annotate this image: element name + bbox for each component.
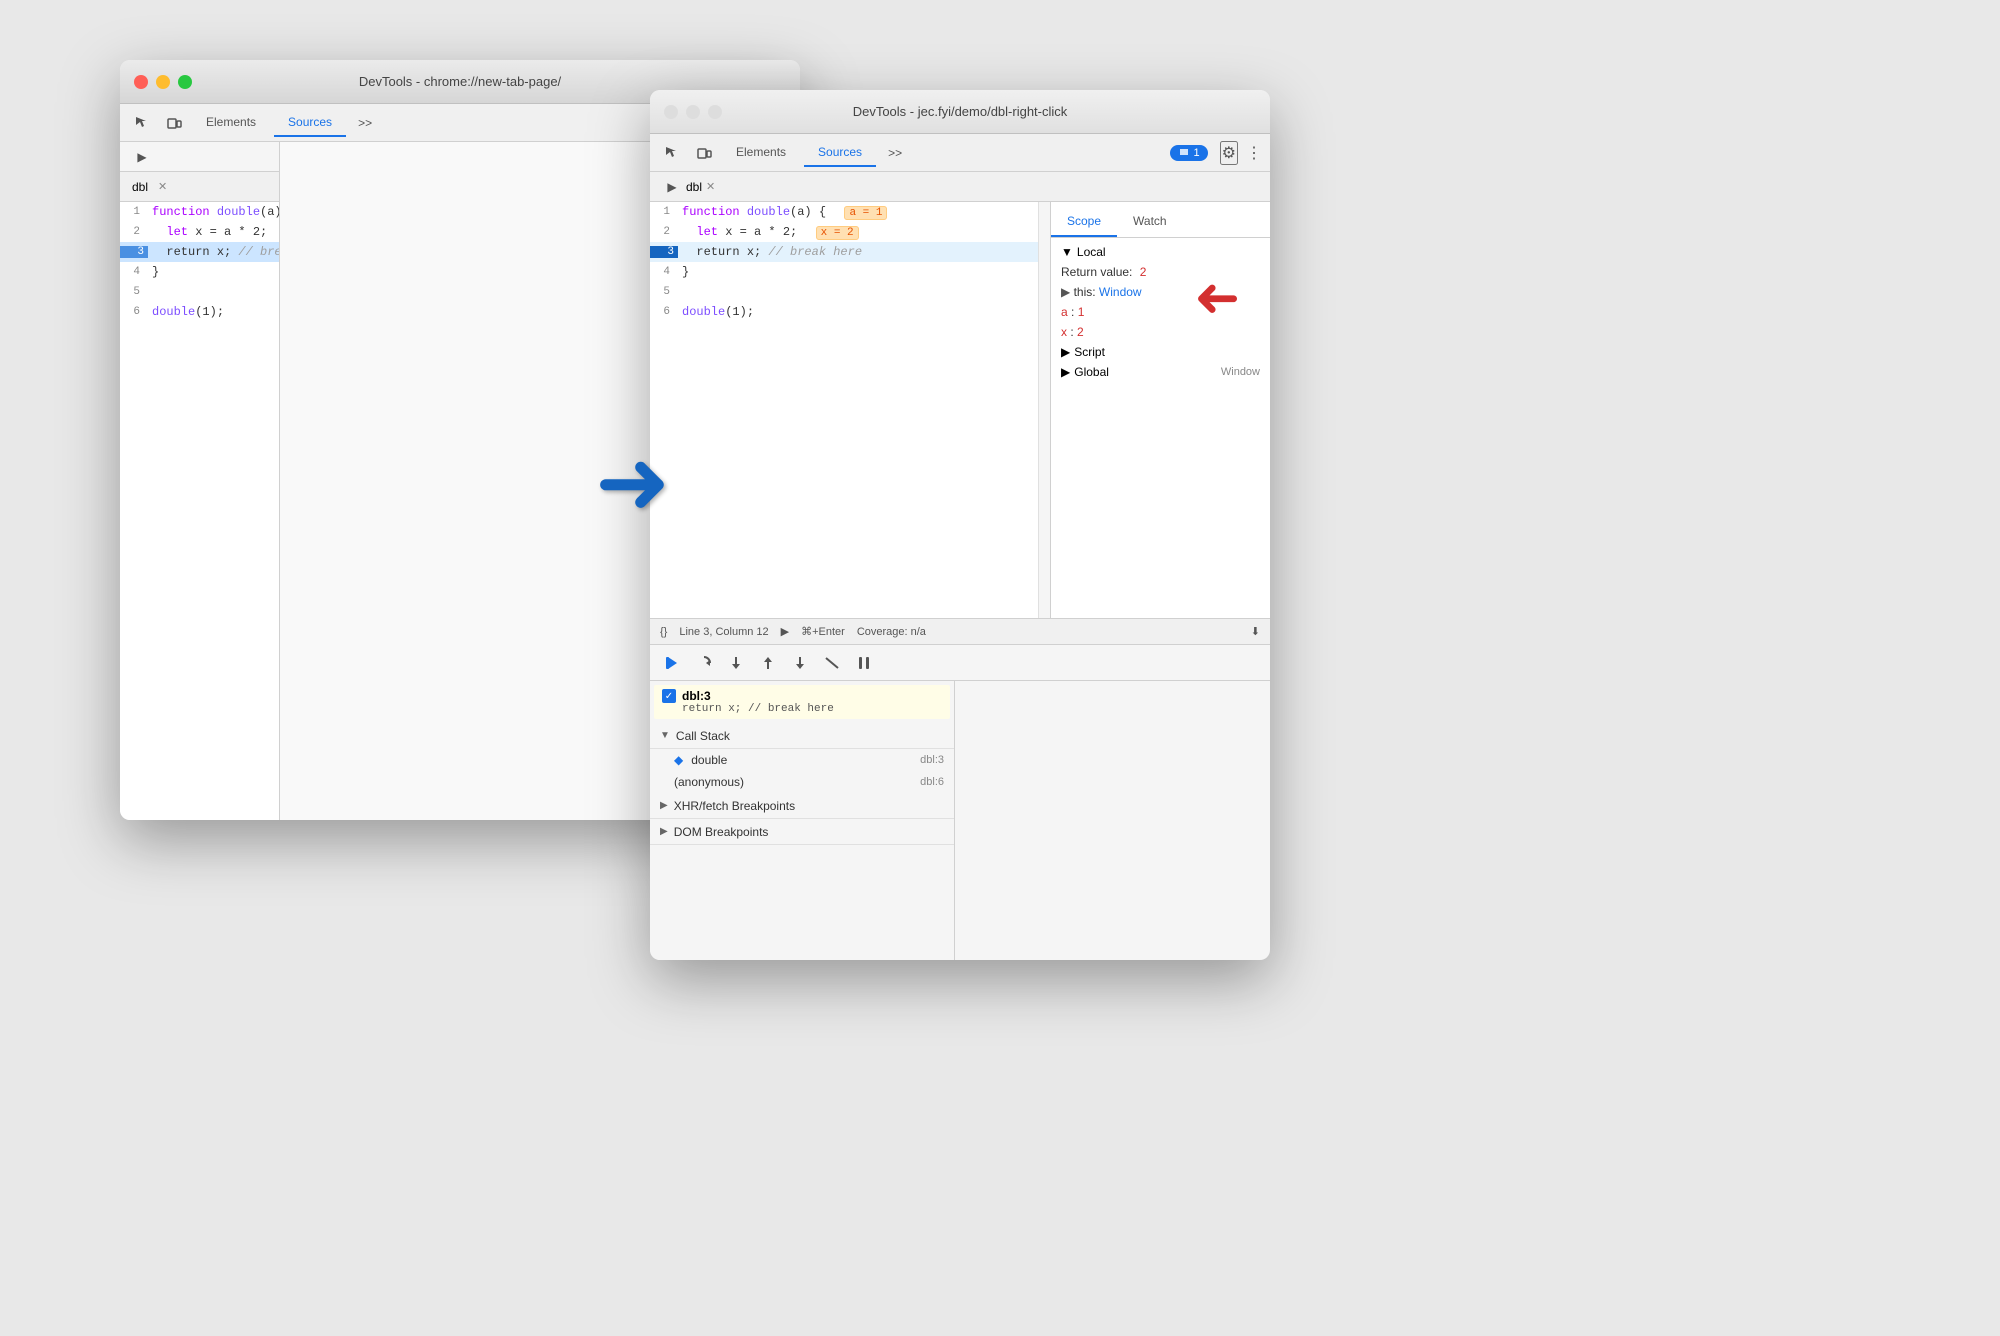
tab-sources-2[interactable]: Sources	[804, 139, 876, 167]
file-tab-name-1: dbl	[132, 180, 148, 194]
code-line-w2-6: 6 double(1);	[650, 302, 1038, 322]
tab-overflow[interactable]: >>	[350, 112, 380, 134]
position-2: Line 3, Column 12	[679, 626, 768, 638]
settings-icon-2[interactable]: ⚙	[1220, 141, 1238, 165]
callstack-header-2[interactable]: ▼ Call Stack	[650, 723, 954, 749]
sidebar-toolbar-1: ▶	[120, 142, 279, 172]
sources-sidebar-1: ▶ dbl ✕ 1 function double(a) { 2 let x =…	[120, 142, 280, 820]
code-editor-2: 1 function double(a) { a = 1 2 let x = a…	[650, 202, 1038, 618]
callstack-triangle-2: ▼	[660, 730, 670, 741]
window-2-tabbar: Elements Sources >> 1 ⚙ ⋮	[650, 134, 1270, 172]
device-toolbar-icon[interactable]	[160, 109, 188, 137]
code-line-4: 4 }	[120, 262, 279, 282]
code-line-w2-5: 5	[650, 282, 1038, 302]
dom-triangle-2: ▶	[660, 826, 668, 837]
scope-watch-tabs-2: Scope Watch	[1051, 208, 1270, 238]
global-section-2: ▶ Global Window	[1051, 362, 1270, 382]
tab-overflow-2[interactable]: >>	[880, 142, 910, 164]
callstack-item-2-1: ◆ double dbl:3	[650, 749, 954, 771]
breakpoint-cb-2[interactable]: ✓	[662, 689, 676, 703]
code-line-w2-4: 4 }	[650, 262, 1038, 282]
deactivate-btn-2[interactable]	[818, 649, 846, 677]
pause-btn-2[interactable]	[850, 649, 878, 677]
window-2-controls	[664, 105, 722, 119]
code-line-w2-1: 1 function double(a) { a = 1	[650, 202, 1038, 222]
run-snippet-icon[interactable]: ▶	[128, 143, 156, 171]
callstack-loc-2-2: dbl:6	[920, 776, 944, 788]
status-bar-2: {} Line 3, Column 12 ▶ ⌘+Enter Coverage:…	[650, 618, 1270, 644]
xhr-label-2: XHR/fetch Breakpoints	[674, 799, 795, 813]
inspect-icon[interactable]	[128, 109, 156, 137]
breakpoint-file-2: dbl:3	[682, 689, 711, 703]
code-line-1: 1 function double(a) {	[120, 202, 279, 222]
expand-icon-2[interactable]: ⬇	[1251, 625, 1260, 638]
callstack-fn-2-2: (anonymous)	[674, 775, 912, 789]
tab-elements-2[interactable]: Elements	[722, 139, 800, 167]
code-scope-area-2: 1 function double(a) { a = 1 2 let x = a…	[650, 202, 1270, 618]
code-line-3: 3 return x; // break here	[120, 242, 279, 262]
xhr-header-2[interactable]: ▶ XHR/fetch Breakpoints	[650, 793, 954, 819]
code-line-2: 2 let x = a * 2; a = 1	[120, 222, 279, 242]
bottom-panels-2: ✓ dbl:3 return x; // break here ▼ Call S…	[650, 680, 1270, 960]
devtools-window-2: ➜ DevTools - jec.fyi/demo/dbl-right-clic…	[650, 90, 1270, 960]
step-over-btn-2[interactable]	[690, 649, 718, 677]
breakpoint-row-2: ✓ dbl:3	[662, 689, 942, 703]
red-arrow: ➜	[1194, 265, 1240, 329]
window-1-max[interactable]	[178, 75, 192, 89]
file-tab-close-1[interactable]: ✕	[158, 180, 167, 193]
window-1-title: DevTools - chrome://new-tab-page/	[359, 74, 561, 89]
blue-arrow: ➜	[595, 430, 670, 535]
more-options-2[interactable]: ⋮	[1246, 143, 1262, 163]
file-tab-close-2[interactable]: ✕	[706, 180, 715, 193]
xhr-triangle-2: ▶	[660, 800, 668, 811]
step-into-btn-2[interactable]	[722, 649, 750, 677]
resume-btn-2[interactable]	[658, 649, 686, 677]
format-btn-2[interactable]: {}	[660, 626, 667, 638]
window-2-min[interactable]	[686, 105, 700, 119]
run-icon-2: ▶	[781, 625, 789, 638]
window-1-close[interactable]	[134, 75, 148, 89]
run-shortcut-2: ⌘+Enter	[801, 625, 845, 638]
callstack-item-2-2: (anonymous) dbl:6	[650, 771, 954, 793]
file-tab-1: dbl ✕	[120, 172, 279, 202]
code-line-6: 6 double(1);	[120, 302, 279, 322]
run-snippet-icon-2[interactable]: ▶	[662, 177, 682, 197]
chat-badge-2[interactable]: 1	[1170, 145, 1208, 161]
sources-content-2: ▶ dbl ✕ 1 function double(a) { a = 1 2 l…	[650, 172, 1270, 960]
coverage-2: Coverage: n/a	[857, 626, 926, 638]
window-2-max[interactable]	[708, 105, 722, 119]
code-line-w2-2: 2 let x = a * 2; x = 2	[650, 222, 1038, 242]
callstack-label-2: Call Stack	[676, 729, 730, 743]
left-bottom-2: ✓ dbl:3 return x; // break here ▼ Call S…	[650, 681, 955, 960]
code-scrollbar-2[interactable]	[1038, 202, 1050, 618]
window-1-min[interactable]	[156, 75, 170, 89]
file-tab-name-2: dbl	[686, 180, 702, 194]
dom-label-2: DOM Breakpoints	[674, 825, 769, 839]
inspect-icon-2[interactable]	[658, 139, 686, 167]
code-line-5: 5	[120, 282, 279, 302]
script-section-2: ▶ Script	[1051, 342, 1270, 362]
window-2-close[interactable]	[664, 105, 678, 119]
callstack-loc-2-1: dbl:3	[920, 754, 944, 766]
watch-tab-2[interactable]: Watch	[1117, 208, 1183, 237]
breakpoint-code-2: return x; // break here	[662, 703, 942, 715]
local-section-2: ▼ Local	[1051, 242, 1270, 262]
window-1-controls	[134, 75, 192, 89]
device-toolbar-icon-2[interactable]	[690, 139, 718, 167]
scope-tab-2[interactable]: Scope	[1051, 208, 1117, 237]
step-out-btn-2[interactable]	[754, 649, 782, 677]
callstack-fn-2-1: double	[691, 753, 912, 767]
file-tab-row-2: ▶ dbl ✕	[650, 172, 1270, 202]
window-2-titlebar: DevTools - jec.fyi/demo/dbl-right-click	[650, 90, 1270, 134]
window-2-title: DevTools - jec.fyi/demo/dbl-right-click	[853, 104, 1068, 119]
dom-header-2[interactable]: ▶ DOM Breakpoints	[650, 819, 954, 845]
tab-sources[interactable]: Sources	[274, 109, 346, 137]
debug-toolbar-2	[650, 644, 1270, 680]
callstack-arrow-2: ◆	[674, 753, 683, 767]
code-line-w2-3: 3 return x; // break here	[650, 242, 1038, 262]
breakpoint-section-2: ✓ dbl:3 return x; // break here	[654, 685, 950, 719]
step-btn-2[interactable]	[786, 649, 814, 677]
tab-elements[interactable]: Elements	[192, 109, 270, 137]
